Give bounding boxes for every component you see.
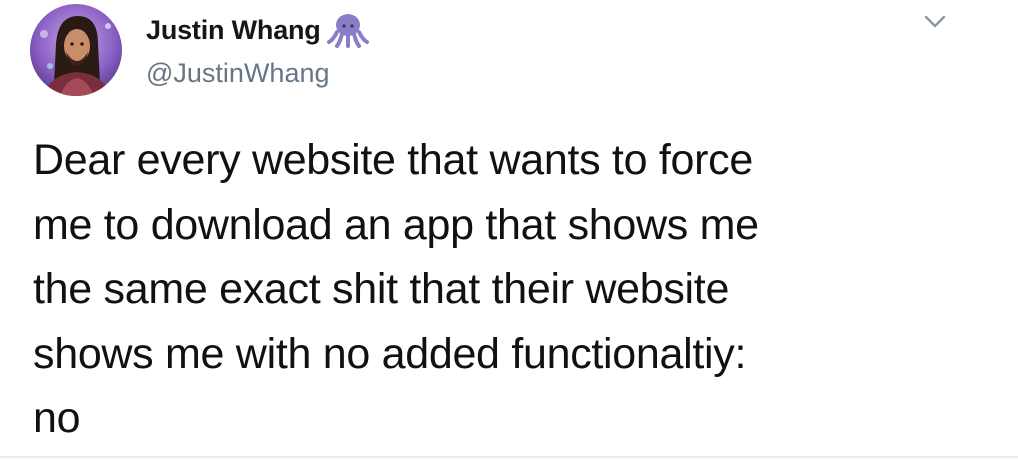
tweet-card: Justin Whang @JustinWhang Dear every web… — [0, 0, 1018, 460]
author-name-row: Justin Whang — [146, 10, 369, 50]
display-name[interactable]: Justin Whang — [146, 15, 321, 46]
tweet-text-line: no — [33, 394, 81, 442]
tweet-text-line: shows me with no added functionaltiy: — [33, 329, 747, 378]
author-handle[interactable]: @JustinWhang — [146, 58, 330, 89]
tweet-text-line: Dear every website that wants to force — [33, 136, 753, 184]
tweet-text-line: me to download an app that shows me — [33, 200, 759, 249]
avatar-image — [30, 4, 122, 96]
chevron-down-icon[interactable] — [918, 10, 952, 34]
octopus-icon — [326, 12, 369, 48]
tweet-text-line: the same exact shit that their website — [33, 265, 730, 313]
divider — [0, 456, 1018, 458]
avatar[interactable] — [30, 4, 122, 96]
tweet-text: Dear every website that wants to force m… — [33, 128, 973, 451]
